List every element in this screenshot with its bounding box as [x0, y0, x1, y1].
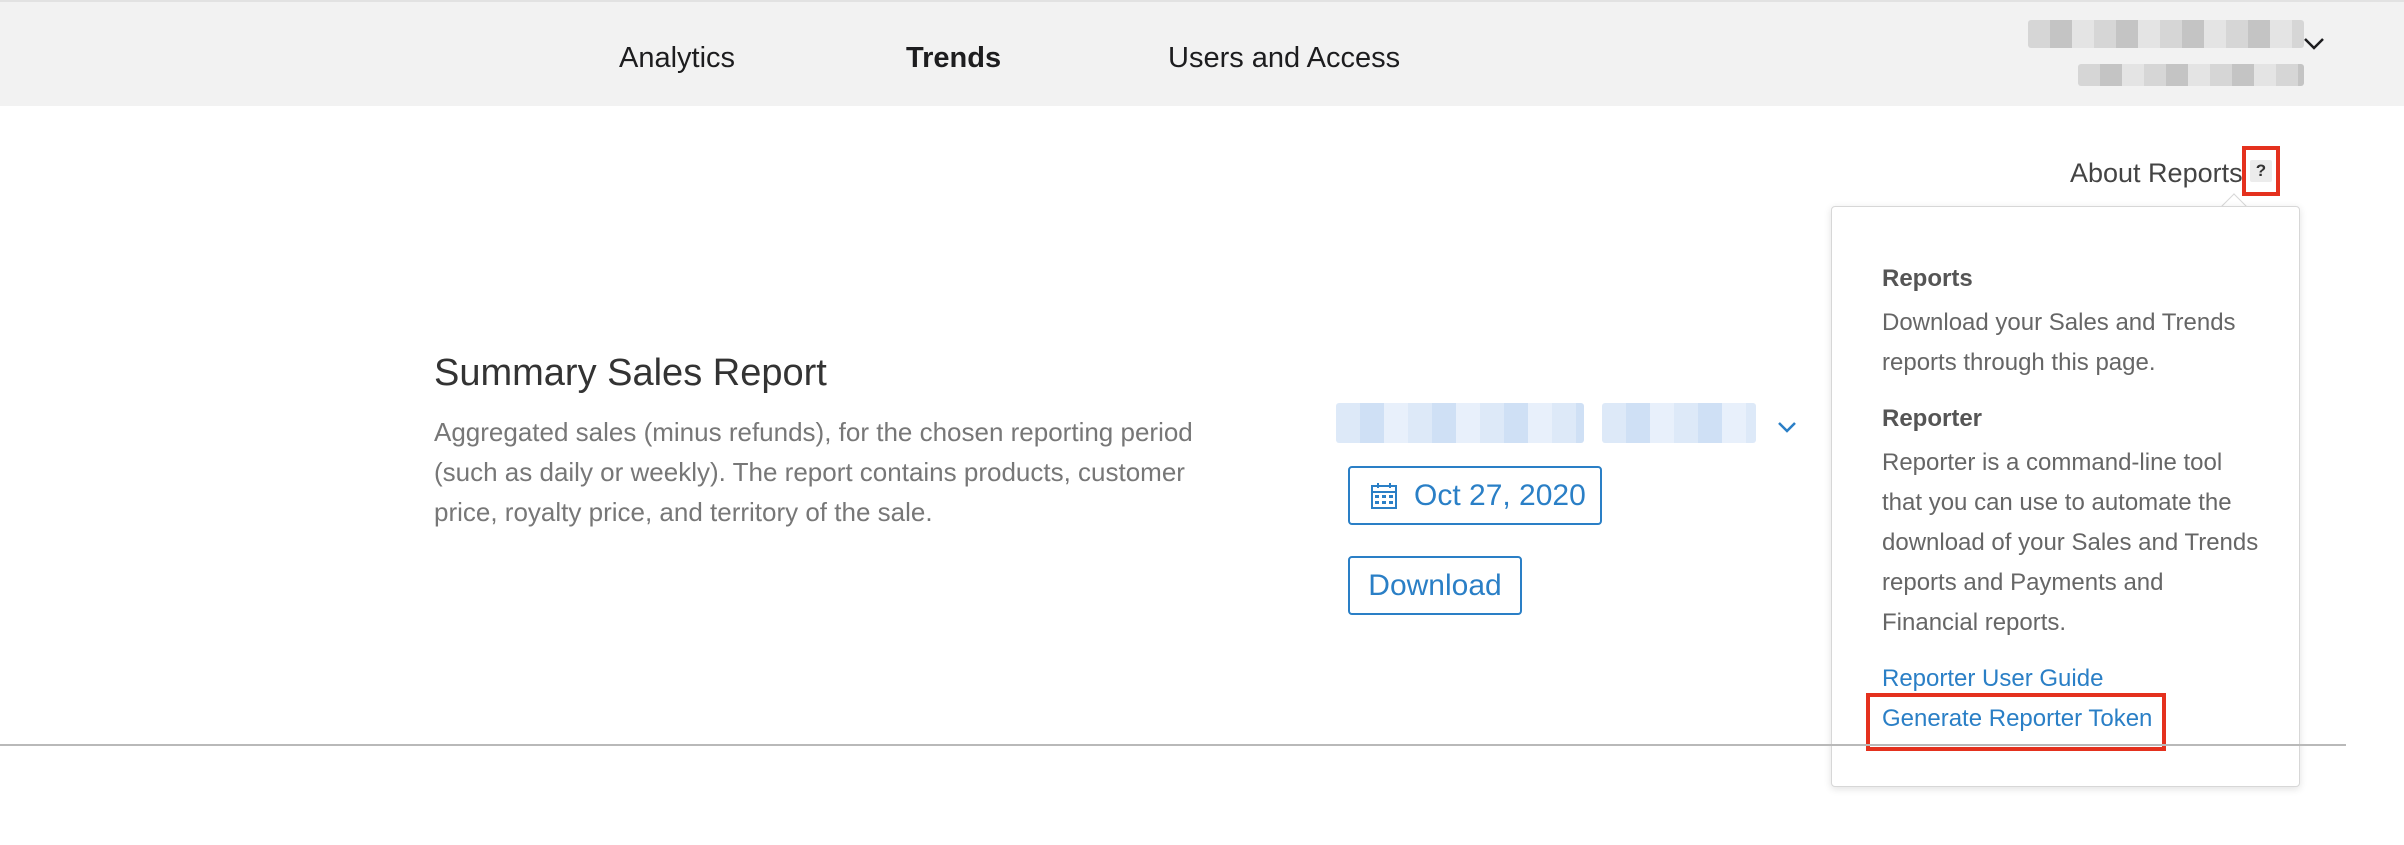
selected-date: Oct 27, 2020 [1414, 478, 1586, 512]
reports-heading: Reports [1882, 265, 1973, 292]
account-team-redacted [2078, 64, 2304, 86]
chevron-down-icon[interactable] [1774, 414, 1800, 440]
nav-users-and-access[interactable]: Users and Access [1168, 42, 1400, 75]
date-picker-button[interactable]: Oct 27, 2020 [1348, 466, 1602, 525]
nav-trends[interactable]: Trends [906, 42, 1001, 75]
vendor-select-redacted-2[interactable] [1602, 403, 1756, 443]
report-description: Aggregated sales (minus refunds), for th… [434, 417, 1193, 527]
download-button[interactable]: Download [1348, 556, 1522, 615]
question-mark-icon: ? [2250, 160, 2272, 182]
account-name-redacted [2028, 20, 2304, 48]
reporter-user-guide-link[interactable]: Reporter User Guide [1882, 665, 2103, 693]
generate-reporter-token-link[interactable]: Generate Reporter Token [1882, 705, 2152, 733]
chevron-down-icon[interactable] [2300, 30, 2328, 58]
about-reports-popover: Reports Download your Sales and Trends r… [1831, 206, 2300, 787]
reporter-heading: Reporter [1882, 405, 1983, 432]
reports-page: Analytics Trends Users and Access About … [0, 0, 2404, 845]
top-navigation-bar: Analytics Trends Users and Access [0, 0, 2404, 106]
section-divider [0, 744, 2346, 746]
nav-analytics[interactable]: Analytics [619, 42, 735, 75]
calendar-icon [1371, 482, 1397, 509]
account-menu[interactable] [2018, 20, 2318, 92]
report-title: Summary Sales Report [434, 352, 827, 394]
about-reports-label: About Reports [2070, 158, 2243, 188]
reporter-description: Reporter is a command-line tool that you… [1882, 449, 2259, 636]
reports-description: Download your Sales and Trends reports t… [1882, 309, 2236, 376]
help-button[interactable]: ? [2242, 146, 2280, 196]
vendor-select-redacted[interactable] [1336, 403, 1584, 443]
